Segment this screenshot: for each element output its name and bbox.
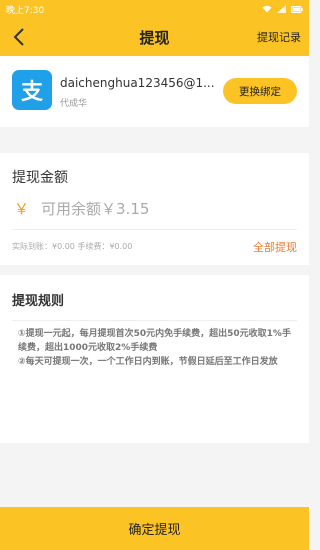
page-title: 提现 — [139, 28, 170, 47]
rules-title: 提现规则 — [12, 294, 65, 309]
rule-item: ②每天可提现一次，一个工作日内到账，节假日延后至工作日发放 — [18, 357, 278, 367]
change-binding-button[interactable]: 更换绑定 — [223, 78, 297, 104]
chevron-left-icon — [13, 28, 24, 46]
withdraw-rules-card: 提现规则 ①提现一元起，每月提现首次50元内免手续费，超出50元收取1%手续费，… — [0, 275, 309, 443]
account-holder-name: 代成华 — [60, 99, 88, 109]
status-time: 晚上7:30 — [6, 5, 45, 16]
rule-item: ①提现一元起，每月提现首次50元内免手续费，超出50元收取1%手续费，超出100… — [18, 329, 291, 353]
account-name: daichenghua123456@1... — [60, 76, 215, 90]
signal-icon — [277, 5, 286, 13]
currency-symbol: ￥ — [14, 200, 30, 218]
alipay-logo-glyph: 支 — [20, 80, 43, 105]
amount-title: 提现金额 — [12, 170, 68, 186]
divider — [12, 320, 297, 321]
available-balance: 可用余额￥3.15 — [41, 200, 150, 218]
alipay-icon: 支 — [12, 70, 52, 110]
withdraw-records-link[interactable]: 提现记录 — [257, 29, 301, 45]
rules-body: ①提现一元起，每月提现首次50元内免手续费，超出50元收取1%手续费，超出100… — [18, 327, 298, 369]
divider — [12, 229, 297, 230]
wifi-icon — [262, 5, 272, 13]
amount-input[interactable]: ￥ 可用余额￥3.15 — [14, 198, 149, 219]
status-bar: 晚上7:30 — [0, 0, 309, 18]
status-icons — [262, 5, 303, 13]
battery-icon — [291, 5, 303, 13]
fee-summary: 实际到账：¥0.00 手续费：¥0.00 — [12, 242, 133, 251]
confirm-withdraw-button[interactable]: 确定提现 — [0, 507, 309, 550]
withdraw-all-button[interactable]: 全部提现 — [253, 239, 297, 255]
withdraw-amount-card: 提现金额 ￥ 可用余额￥3.15 实际到账：¥0.00 手续费：¥0.00 全部提… — [0, 153, 309, 265]
back-button[interactable] — [10, 26, 28, 48]
navigation-header: 提现 提现记录 — [0, 18, 309, 56]
